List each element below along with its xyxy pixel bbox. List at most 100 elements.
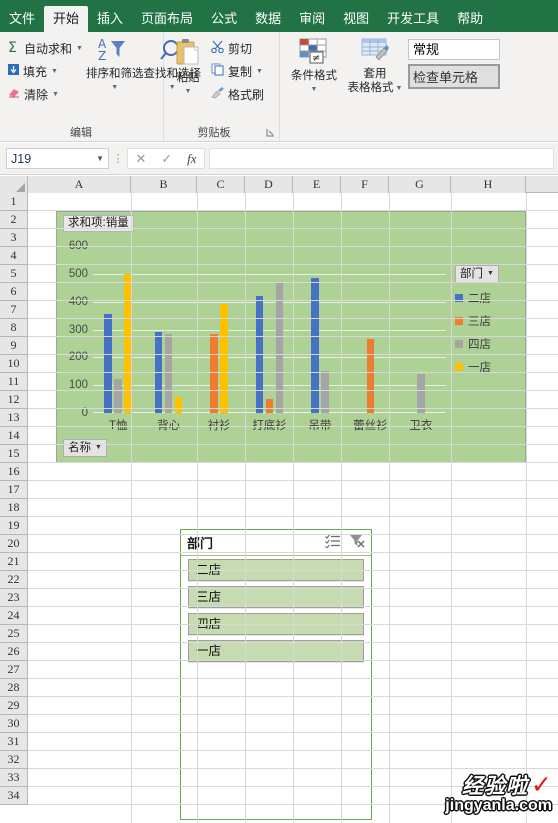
autosum-button[interactable]: Σ 自动求和 ▼ [4,37,86,59]
row-header-7[interactable]: 7 [0,301,28,319]
legend-field-button[interactable]: 部门 ▼ [455,265,499,283]
chevron-down-icon[interactable]: ▼ [185,85,192,98]
row-header-25[interactable]: 25 [0,625,28,643]
row-header-24[interactable]: 24 [0,607,28,625]
ribbon-tab-5[interactable]: 数据 [246,6,290,32]
chevron-down-icon[interactable]: ▼ [111,81,118,94]
clear-filter-icon[interactable] [349,534,365,553]
chart-bar[interactable] [366,339,375,413]
ribbon-tab-1[interactable]: 开始 [44,6,89,32]
chart-bar[interactable] [104,313,112,413]
row-header-20[interactable]: 20 [0,535,28,553]
confirm-formula-button[interactable]: ✓ [161,151,172,167]
chart-bar[interactable] [220,303,228,413]
chevron-down-icon[interactable]: ▼ [396,82,403,95]
row-header-27[interactable]: 27 [0,661,28,679]
row-header-21[interactable]: 21 [0,553,28,571]
ribbon-tab-2[interactable]: 插入 [88,6,132,32]
row-header-16[interactable]: 16 [0,463,28,481]
chevron-down-icon[interactable]: ▼ [96,154,104,163]
select-all-corner[interactable] [0,176,28,193]
row-header-1[interactable]: 1 [0,193,28,211]
slicer-panel[interactable]: 部门 二店 三店 四店 一店 [180,529,372,820]
cell-area[interactable]: 求和项:销量 0 100 200 300 400 500 600 T恤 背心 衬衫 打底衫 吊带 蕾丝衫… [28,193,558,823]
format-painter-button[interactable]: 格式刷 [208,83,267,105]
chart-bar[interactable] [164,333,173,413]
column-header-C[interactable]: C [197,176,245,193]
cut-button[interactable]: 剪切 [208,37,267,59]
column-header-H[interactable]: H [451,176,526,193]
chevron-down-icon[interactable]: ▼ [52,91,59,98]
row-header-4[interactable]: 4 [0,247,28,265]
column-header-D[interactable]: D [245,176,293,193]
clear-button[interactable]: 清除 ▼ [4,83,86,105]
cell-style-gallery-item[interactable]: 检查单元格 [408,64,500,89]
row-header-22[interactable]: 22 [0,571,28,589]
row-header-18[interactable]: 18 [0,499,28,517]
chart-bar[interactable] [275,283,284,413]
chevron-down-icon[interactable]: ▼ [487,267,494,281]
column-header-F[interactable]: F [341,176,389,193]
multiselect-icon[interactable] [325,534,341,553]
row-header-12[interactable]: 12 [0,391,28,409]
row-header-13[interactable]: 13 [0,409,28,427]
row-header-28[interactable]: 28 [0,679,28,697]
ribbon-tab-0[interactable]: 文件 [0,6,44,32]
row-header-32[interactable]: 32 [0,751,28,769]
row-header-31[interactable]: 31 [0,733,28,751]
column-header-A[interactable]: A [28,176,131,193]
conditional-formatting-button[interactable]: ≠ 条件格式 ▼ [284,35,344,96]
ribbon-tab-8[interactable]: 开发工具 [378,6,448,32]
ribbon-tab-3[interactable]: 页面布局 [132,6,202,32]
row-header-15[interactable]: 15 [0,445,28,463]
cancel-formula-button[interactable]: ✕ [135,151,146,167]
row-header-6[interactable]: 6 [0,283,28,301]
sort-and-filter-button[interactable]: A Z 排序和筛选 ▼ [86,35,144,94]
row-header-3[interactable]: 3 [0,229,28,247]
row-header-23[interactable]: 23 [0,589,28,607]
legend-item[interactable]: 四店 [455,336,521,352]
row-header-8[interactable]: 8 [0,319,28,337]
chevron-down-icon[interactable]: ▼ [311,83,318,96]
row-header-14[interactable]: 14 [0,427,28,445]
axis-field-button[interactable]: 名称 ▼ [63,439,107,457]
insert-function-button[interactable]: fx [187,151,196,167]
legend-item[interactable]: 三店 [455,313,521,329]
ribbon-tab-9[interactable]: 帮助 [448,6,492,32]
row-header-5[interactable]: 5 [0,265,28,283]
paste-button[interactable]: 粘贴 ▼ [168,35,208,98]
chevron-down-icon[interactable]: ▼ [76,45,83,52]
fill-button[interactable]: 填充 ▼ [4,60,86,82]
chart-bar[interactable] [311,277,319,413]
chevron-down-icon[interactable]: ▼ [51,68,58,75]
row-header-10[interactable]: 10 [0,355,28,373]
row-header-33[interactable]: 33 [0,769,28,787]
row-header-17[interactable]: 17 [0,481,28,499]
number-format-box[interactable]: 常规 [408,39,500,60]
chart-bar[interactable] [321,370,329,413]
chart-bar[interactable] [210,333,218,413]
copy-button[interactable]: 复制 ▼ [208,60,267,82]
ribbon-tab-6[interactable]: 审阅 [290,6,334,32]
slicer-item[interactable]: 三店 [188,586,364,608]
column-header-B[interactable]: B [131,176,197,193]
column-header-G[interactable]: G [389,176,451,193]
legend-item[interactable]: 二店 [455,290,521,306]
row-header-9[interactable]: 9 [0,337,28,355]
slicer-item[interactable]: 一店 [188,640,364,662]
chart-bar[interactable] [265,398,274,413]
ribbon-tab-4[interactable]: 公式 [202,6,246,32]
row-header-26[interactable]: 26 [0,643,28,661]
chart-bar[interactable] [174,396,183,413]
row-header-29[interactable]: 29 [0,697,28,715]
clipboard-dialog-launcher[interactable] [266,128,275,139]
name-box[interactable]: J19 ▼ [6,148,109,169]
column-header-E[interactable]: E [293,176,341,193]
formula-input[interactable] [209,148,554,169]
format-as-table-button[interactable]: 套用 表格格式 ▼ [344,35,406,95]
row-header-30[interactable]: 30 [0,715,28,733]
ribbon-tab-7[interactable]: 视图 [334,6,378,32]
row-header-2[interactable]: 2 [0,211,28,229]
chevron-down-icon[interactable]: ▼ [256,68,263,75]
row-header-34[interactable]: 34 [0,787,28,805]
